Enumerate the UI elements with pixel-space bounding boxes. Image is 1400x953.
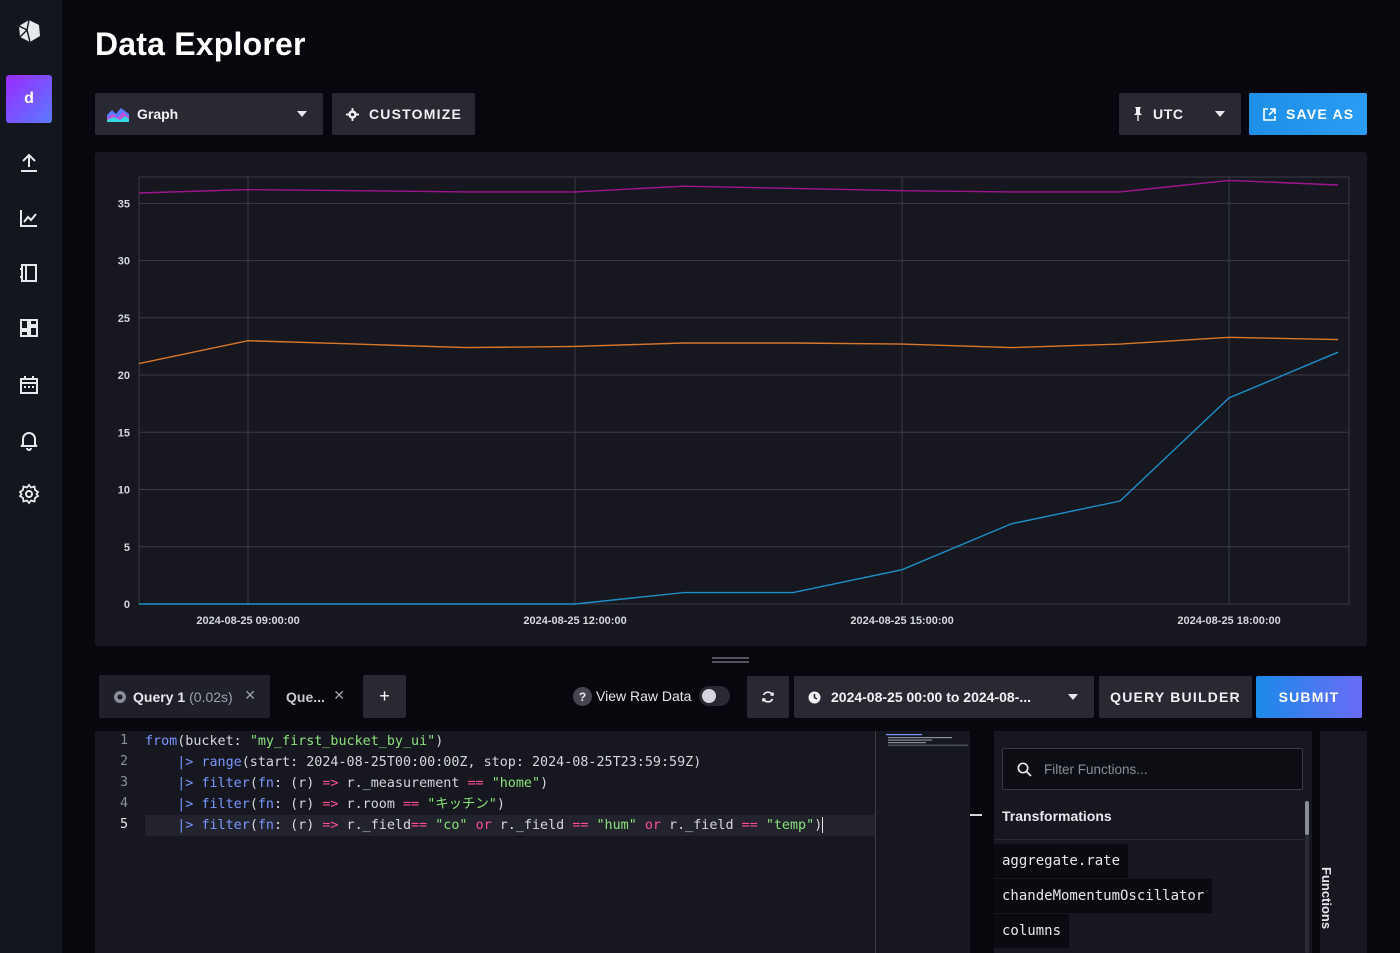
- view-raw-data-label: View Raw Data: [596, 688, 692, 704]
- query-tab-2[interactable]: Que... ✕: [276, 675, 357, 718]
- query-tab-name: Query 1: [133, 688, 186, 705]
- functions-scrollbar[interactable]: [1305, 801, 1309, 953]
- editor-scroll-marker: [970, 814, 982, 816]
- function-item[interactable]: chandeMomentumOscillator: [994, 879, 1213, 913]
- series-line-blue: [139, 351, 1339, 605]
- save-as-label: SAVE AS: [1286, 106, 1355, 122]
- bell-icon[interactable]: [18, 429, 40, 451]
- line-number: 5: [119, 817, 128, 832]
- view-type-dropdown[interactable]: Graph: [95, 93, 323, 135]
- dashboards-icon[interactable]: [18, 317, 40, 339]
- y-tick-label: 0: [124, 599, 130, 611]
- x-tick-label: 2024-08-25 18:00:00: [1177, 615, 1280, 627]
- function-item[interactable]: columns: [994, 914, 1070, 948]
- clock-icon: [808, 691, 821, 703]
- view-raw-data-toggle[interactable]: [699, 686, 730, 706]
- x-tick-label: 2024-08-25 12:00:00: [523, 615, 626, 627]
- line-number: 1: [119, 733, 128, 748]
- export-icon: [1263, 107, 1276, 121]
- eye-icon[interactable]: [113, 690, 127, 704]
- chart-icon[interactable]: [18, 207, 40, 229]
- notebook-icon[interactable]: [18, 262, 40, 284]
- graph-panel: 0 5 10 15 20 25 30 35 2024-08-25 09:00:00 2024-08…: [95, 152, 1367, 646]
- cog-icon: [346, 107, 359, 121]
- query-tab-1[interactable]: Query 1 (0.02s) ✕: [99, 675, 270, 718]
- save-as-button[interactable]: SAVE AS: [1249, 93, 1367, 135]
- y-tick-label: 35: [118, 198, 130, 210]
- close-icon[interactable]: ✕: [333, 687, 345, 704]
- pin-icon: [1134, 107, 1142, 121]
- customize-button[interactable]: CUSTOMIZE: [332, 93, 475, 135]
- line-number-gutter: 1 2 3 4 5: [95, 731, 141, 953]
- filter-functions-search[interactable]: [1002, 748, 1303, 790]
- series-line-purple: [138, 179, 1339, 194]
- y-tick-label: 30: [118, 256, 130, 268]
- filter-functions-input[interactable]: [1044, 761, 1284, 777]
- line-chart[interactable]: 0 5 10 15 20 25 30 35 2024-08-25 09:00:00 2024-08…: [95, 152, 1367, 646]
- code-line[interactable]: |> filter(fn: (r) => r.room == "キッチン"): [145, 794, 505, 815]
- line-number: 3: [119, 775, 128, 790]
- y-tick-label: 15: [118, 427, 130, 439]
- functions-tab-label: Functions: [1319, 867, 1334, 930]
- customize-label: CUSTOMIZE: [369, 106, 462, 122]
- chevron-down-icon: [297, 111, 307, 117]
- search-icon: [1017, 761, 1032, 777]
- y-tick-label: 5: [124, 542, 130, 554]
- close-icon[interactable]: ✕: [244, 687, 256, 704]
- submit-button[interactable]: SUBMIT: [1256, 676, 1362, 718]
- editor-divider: [875, 731, 876, 953]
- function-item[interactable]: aggregate.rate: [994, 844, 1129, 878]
- code-line[interactable]: |> filter(fn: (r) => r._measurement == "…: [145, 773, 548, 794]
- query-tab-duration: (0.02s): [189, 688, 233, 705]
- y-tick-label: 25: [118, 313, 130, 325]
- calendar-icon[interactable]: [18, 374, 40, 396]
- timezone-dropdown[interactable]: UTC: [1119, 93, 1241, 135]
- x-tick-label: 2024-08-25 09:00:00: [196, 615, 299, 627]
- transformations-heading: Transformations: [1002, 808, 1112, 824]
- help-icon[interactable]: ?: [573, 687, 592, 706]
- x-tick-label: 2024-08-25 15:00:00: [850, 615, 953, 627]
- refresh-button[interactable]: [747, 676, 789, 718]
- flux-editor[interactable]: 1 2 3 4 5 from(bucket: "my_first_bucket_…: [95, 731, 970, 953]
- org-avatar[interactable]: d: [6, 75, 52, 123]
- chevron-down-icon: [1068, 694, 1078, 700]
- influx-logo-icon[interactable]: [16, 18, 42, 44]
- refresh-icon: [762, 691, 774, 703]
- editor-minimap[interactable]: [884, 733, 968, 747]
- time-range-label: 2024-08-25 00:00 to 2024-08-...: [831, 689, 1032, 705]
- add-query-button[interactable]: +: [363, 675, 406, 718]
- time-range-dropdown[interactable]: 2024-08-25 00:00 to 2024-08-...: [794, 676, 1094, 718]
- query-builder-button[interactable]: QUERY BUILDER: [1099, 676, 1252, 718]
- text-cursor: [822, 817, 824, 833]
- line-number: 2: [119, 754, 128, 769]
- code-line[interactable]: from(bucket: "my_first_bucket_by_ui"): [145, 731, 443, 752]
- toggle-knob: [702, 689, 716, 703]
- resize-handle[interactable]: [712, 657, 749, 663]
- gear-icon[interactable]: [18, 483, 40, 505]
- code-line[interactable]: |> filter(fn: (r) => r._field== "co" or …: [145, 815, 875, 836]
- chevron-down-icon: [1215, 111, 1225, 117]
- query-tab-name: Que...: [286, 688, 325, 705]
- functions-side-tab[interactable]: Functions: [1319, 731, 1367, 953]
- divider: [994, 839, 1304, 840]
- series-line-orange: [138, 336, 1339, 365]
- y-tick-label: 10: [118, 485, 130, 497]
- code-line[interactable]: |> range(start: 2024-08-25T00:00:00Z, st…: [145, 752, 701, 773]
- upload-icon[interactable]: [18, 152, 40, 174]
- graph-type-icon: [107, 108, 129, 122]
- plot-frame: [138, 176, 1350, 605]
- page-title: Data Explorer: [95, 26, 306, 62]
- timezone-label: UTC: [1153, 106, 1184, 122]
- y-tick-label: 20: [118, 370, 130, 382]
- functions-panel: Transformations aggregate.rate chandeMom…: [994, 731, 1312, 953]
- view-type-label: Graph: [137, 106, 179, 122]
- line-number: 4: [119, 796, 128, 811]
- sidebar: d: [0, 0, 62, 953]
- scrollbar-thumb[interactable]: [1305, 801, 1309, 835]
